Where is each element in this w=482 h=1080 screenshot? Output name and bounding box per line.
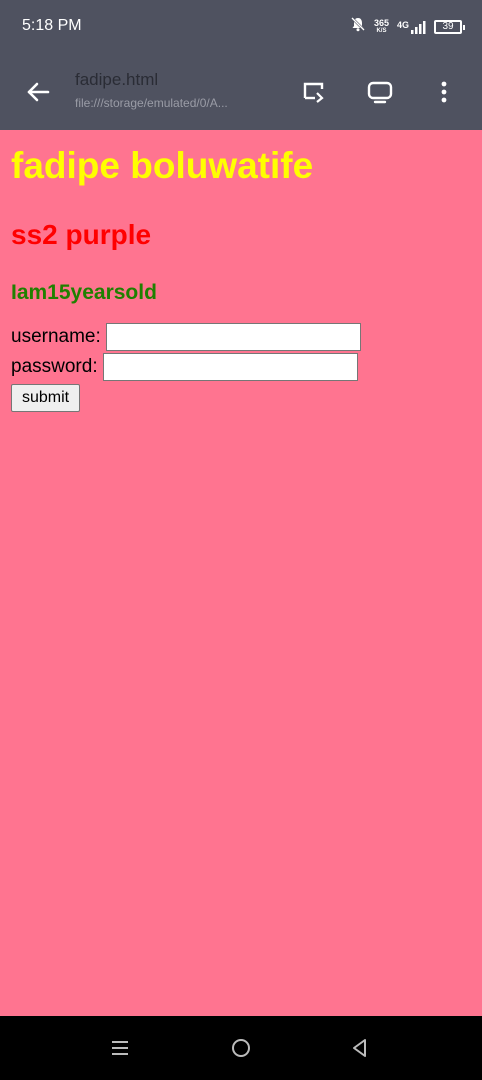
cast-icon[interactable] xyxy=(298,76,330,108)
password-input[interactable] xyxy=(102,353,358,381)
username-label: username: xyxy=(11,326,101,347)
speed-unit: K/S xyxy=(376,27,387,34)
page-url: file:///storage/emulated/0/A... xyxy=(75,96,228,110)
more-icon[interactable] xyxy=(428,76,460,108)
page-content: fadipe boluwatife ss2 purple Iam15yearso… xyxy=(0,130,482,1016)
back-icon[interactable] xyxy=(348,1036,372,1060)
speed-value: 365 xyxy=(373,17,389,28)
status-time: 5:18 PM xyxy=(22,17,82,34)
notifications-off-icon xyxy=(350,16,366,37)
network-type: 4G xyxy=(396,19,409,30)
login-form: username: password: submit xyxy=(11,322,471,412)
navigation-bar xyxy=(0,1016,482,1080)
menu-icon[interactable] xyxy=(108,1036,132,1060)
status-icons: 365 K/S 4G 39 xyxy=(350,16,465,37)
username-row: username: xyxy=(11,322,471,352)
network-speed: 365 K/S xyxy=(373,17,389,35)
home-icon[interactable] xyxy=(229,1036,253,1060)
heading-class: ss2 purple xyxy=(11,219,152,250)
signal-icon: 4G xyxy=(397,20,426,34)
heading-name: fadipe boluwatife xyxy=(11,145,314,186)
battery-level: 39 xyxy=(442,21,454,32)
status-bar: 5:18 PM 365 K/S 4G 39 xyxy=(0,0,482,54)
password-label: password: xyxy=(11,356,98,377)
password-row: password: xyxy=(11,352,471,382)
submit-button[interactable]: submit xyxy=(11,384,81,412)
battery-icon: 39 xyxy=(434,19,465,34)
page-title: fadipe.html xyxy=(75,70,159,89)
page-info: fadipe.html file:///storage/emulated/0/A… xyxy=(75,70,275,110)
back-arrow-icon[interactable] xyxy=(22,76,54,108)
heading-age: Iam15yearsold xyxy=(11,281,157,304)
browser-toolbar: fadipe.html file:///storage/emulated/0/A… xyxy=(0,54,482,130)
username-input[interactable] xyxy=(105,323,361,351)
monitor-icon[interactable] xyxy=(364,76,396,108)
